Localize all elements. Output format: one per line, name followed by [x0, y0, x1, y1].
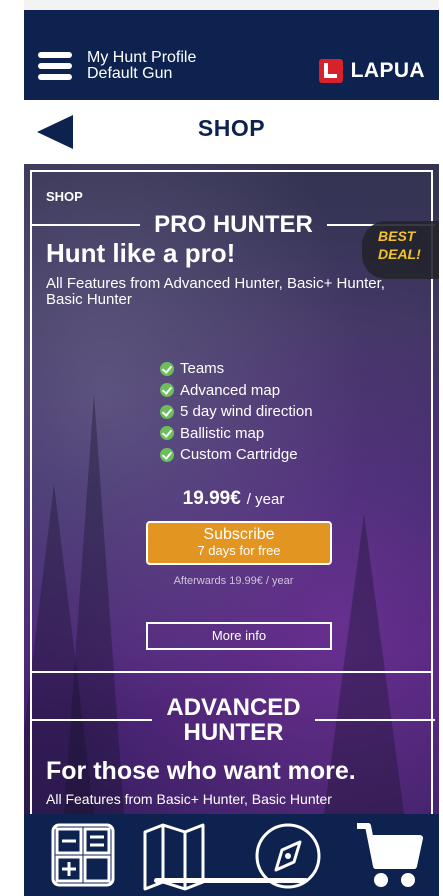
hamburger-menu-icon[interactable]: [38, 52, 72, 80]
shop-content[interactable]: SHOP PRO HUNTER Hunt like a pro! All Fea…: [24, 164, 439, 814]
compass-icon[interactable]: [254, 822, 322, 895]
check-icon: [160, 383, 174, 398]
plan-title: PRO HUNTER: [154, 211, 313, 238]
plan-includes: All Features from Basic+ Hunter, Basic H…: [46, 791, 332, 807]
page-title: SHOP: [197, 115, 266, 141]
plan-tagline: Hunt like a pro!: [46, 238, 236, 268]
more-info-button[interactable]: More info: [146, 622, 332, 650]
brand-logo: LAPUA: [318, 59, 425, 83]
check-icon: [160, 426, 174, 441]
map-icon[interactable]: [141, 822, 207, 896]
plan-divider: [32, 671, 431, 673]
price-period: / year: [246, 491, 285, 508]
plan-title: ADVANCED HUNTER: [166, 694, 301, 746]
subscribe-label: Subscribe: [203, 526, 275, 543]
feature-item: 5 day wind direction: [160, 401, 313, 423]
price-amount: 19.99€: [182, 488, 241, 509]
plan-tagline: For those who want more.: [46, 757, 356, 785]
feature-list: Teams Advanced map 5 day wind direction …: [160, 358, 313, 466]
plan-includes: All Features from Advanced Hunter, Basic…: [46, 275, 385, 308]
feature-item: Ballistic map: [160, 423, 313, 445]
top-bar: My Hunt Profile Default Gun LAPUA: [24, 0, 439, 100]
check-icon: [160, 404, 174, 419]
cart-icon[interactable]: [354, 822, 424, 896]
shop-section-label: SHOP: [46, 189, 83, 204]
gun-name: Default Gun: [87, 65, 173, 82]
plan-price: 19.99€ / year: [32, 488, 435, 510]
bottom-nav: [24, 814, 439, 896]
divider-line: [32, 719, 153, 721]
trial-label: 7 days for free: [197, 543, 281, 558]
check-icon: [160, 361, 174, 376]
brand-name: LAPUA: [350, 59, 425, 82]
divider-line: [32, 223, 141, 226]
home-indicator[interactable]: [154, 878, 308, 883]
subscribe-button[interactable]: Subscribe 7 days for free: [146, 521, 332, 565]
plan-title-row: ADVANCED HUNTER: [32, 694, 436, 746]
calculator-icon[interactable]: [50, 822, 116, 893]
hunt-profile-selector[interactable]: My Hunt Profile Default Gun: [87, 50, 196, 82]
shop-header: SHOP: [24, 100, 439, 164]
app-frame: My Hunt Profile Default Gun LAPUA SHOP S…: [24, 0, 439, 896]
check-icon: [160, 447, 174, 462]
feature-item: Custom Cartridge: [160, 444, 313, 466]
best-deal-badge: BEST DEAL!: [362, 221, 439, 279]
divider-line: [314, 719, 436, 721]
feature-item: Teams: [160, 358, 313, 380]
afterwards-price-note: Afterwards 19.99€ / year: [173, 575, 294, 587]
badge-line: BEST: [378, 228, 416, 244]
feature-item: Advanced map: [160, 380, 313, 402]
lapua-badge-icon: [318, 59, 343, 83]
badge-line: DEAL!: [378, 246, 421, 262]
profile-name: My Hunt Profile: [87, 49, 197, 66]
